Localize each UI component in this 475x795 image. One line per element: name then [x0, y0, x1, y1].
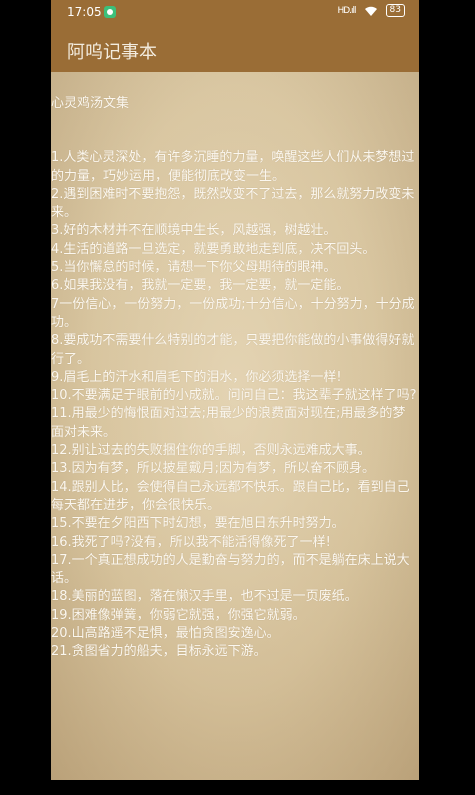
- note-line: 11.用最少的悔恨面对过去;用最少的浪费面对现在;用最多的梦面对未来。: [51, 406, 406, 440]
- note-line: 18.美丽的蓝图，落在懒汉手里，也不过是一页废纸。: [51, 589, 358, 605]
- note-line: 7一份信心，一份努力，一份成功;十分信心，十分努力，十分成功。: [51, 296, 415, 330]
- app-notification-icon: [104, 6, 116, 18]
- note-line: 5.当你懈怠的时候，请想一下你父母期待的眼神。: [51, 260, 337, 276]
- note-line: 20.山高路遥不足惧，最怕贪图安逸心。: [51, 626, 280, 642]
- note-line: 8.要成功不需要什么特别的才能，只要把你能做的小事做得好就行了。: [51, 333, 415, 367]
- app-bar: 阿呜记事本: [51, 26, 419, 72]
- note-line: 14.跟别人比，会使得自己永远都不快乐。跟自己比，看到自己每天都在进步，你会很快…: [51, 479, 410, 513]
- battery-icon: 83: [385, 4, 405, 17]
- note-line: 2.遇到困难时不要抱怨，既然改变不了过去，那么就努力改变未来。: [51, 186, 415, 221]
- note-heading: 心灵鸡汤文集: [51, 96, 130, 111]
- note-line: 10.不要满足于眼前的小成就。问问自己：我这辈子就这样了吗?: [51, 388, 417, 404]
- status-time: 17:05: [67, 5, 102, 19]
- note-line: 21.贪图省力的船夫，目标永远下游。: [51, 644, 267, 660]
- system-icons: HD.ıll 83: [337, 4, 405, 17]
- note-line: 15.不要在夕阳西下时幻想，要在旭日东升时努力。: [51, 516, 345, 532]
- note-content[interactable]: 心灵鸡汤文集 1.人类心灵深处，有许多沉睡的力量，唤醒这些人们从未梦想过的力量，…: [51, 95, 417, 662]
- signal-icon: HD.ıll: [337, 5, 356, 16]
- note-line: 3.好的木材并不在顺境中生长，风越强，树越壮。: [51, 223, 337, 239]
- note-line: 4.生活的道路一旦选定，就要勇敢地走到底，决不回头。: [51, 241, 376, 257]
- note-line: 13.因为有梦，所以披星戴月;因为有梦，所以奋不顾身。: [51, 461, 376, 477]
- app-title: 阿呜记事本: [67, 42, 157, 63]
- note-lines: 1.人类心灵深处，有许多沉睡的力量，唤醒这些人们从未梦想过的力量，巧妙运用，便能…: [51, 149, 417, 661]
- wifi-icon: [364, 6, 377, 16]
- note-line: 17.一个真正想成功的人是勤奋与努力的，而不是躺在床上说大话。: [51, 552, 410, 587]
- note-line: 9.眉毛上的汗水和眉毛下的泪水，你必须选择一样!: [51, 369, 342, 385]
- phone-screen: 17:05 HD.ıll 83 阿呜记事本 心灵鸡汤文集 1.人类心灵深处，有许…: [51, 0, 419, 780]
- note-line: 1.人类心灵深处，有许多沉睡的力量，唤醒这些人们从未梦想过的力量，巧妙运用，便能…: [51, 150, 415, 184]
- note-line: 6.如果我没有，我就一定要，我一定要，就一定能。: [51, 278, 350, 294]
- note-line: 12.别让过去的失败捆住你的手脚，否则永远难成大事。: [51, 443, 371, 459]
- note-line: 19.困难像弹簧，你弱它就强，你强它就弱。: [51, 607, 306, 623]
- note-line: 16.我死了吗?没有，所以我不能活得像死了一样!: [51, 534, 331, 550]
- status-bar: 17:05 HD.ıll 83: [51, 0, 419, 26]
